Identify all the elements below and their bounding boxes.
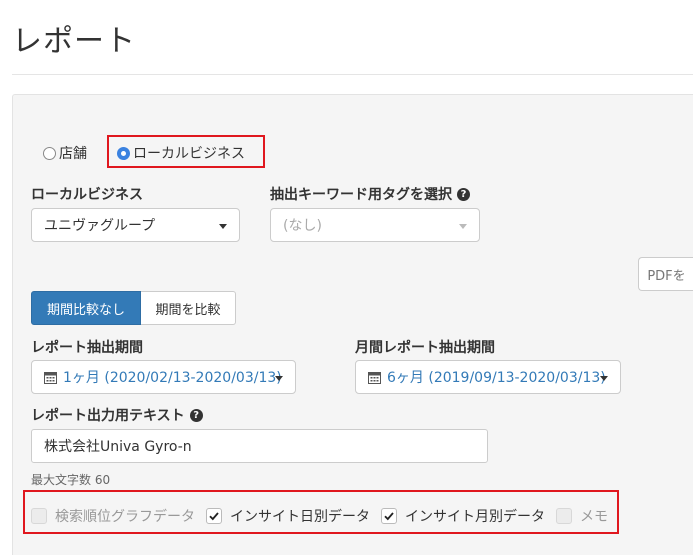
keyword-tag-label: 抽出キーワード用タグを選択 ?: [270, 184, 470, 204]
help-icon[interactable]: ?: [457, 187, 470, 201]
chevron-down-icon: [459, 224, 467, 229]
radio-store-label: 店舗: [59, 146, 87, 162]
monthly-period-label: 月間レポート抽出期間: [355, 337, 495, 357]
compare-button[interactable]: 期間を比較: [141, 291, 236, 325]
local-business-label: ローカルビジネス: [31, 184, 143, 204]
output-text-label-text: レポート出力用テキスト: [31, 408, 185, 424]
checkbox-memo[interactable]: メモ: [556, 506, 608, 526]
report-period-label: レポート抽出期間: [31, 337, 143, 357]
radio-local-business[interactable]: ローカルビジネス: [117, 143, 245, 163]
monthly-period-value: 6ヶ月 (2019/09/13-2020/03/13): [387, 370, 606, 386]
checkbox-insight-daily[interactable]: インサイト日別データ: [206, 506, 370, 526]
checkbox-memo-box[interactable]: [556, 508, 572, 524]
radio-local-business-button[interactable]: [117, 146, 130, 160]
checkbox-insight-monthly-label: インサイト月別データ: [405, 509, 545, 525]
check-icon: [384, 512, 394, 521]
report-period-picker[interactable]: 1ヶ月 (2020/02/13-2020/03/13): [31, 360, 296, 394]
calendar-icon: [368, 371, 381, 384]
monthly-period-picker[interactable]: 6ヶ月 (2019/09/13-2020/03/13): [355, 360, 621, 394]
radio-store[interactable]: 店舗: [43, 143, 87, 163]
checkbox-insight-monthly-box[interactable]: [381, 508, 397, 524]
local-business-label-text: ローカルビジネス: [31, 187, 143, 203]
report-period-label-text: レポート抽出期間: [31, 340, 143, 356]
output-text-value: 株式会社Univa Gyro-n: [44, 439, 192, 455]
page-title: レポート: [12, 24, 136, 59]
max-length-hint: 最大文字数 60: [31, 473, 111, 487]
no-compare-label: 期間比較なし: [46, 302, 125, 318]
checkbox-insight-daily-box[interactable]: [206, 508, 222, 524]
checkbox-rank-graph-box[interactable]: [31, 508, 47, 524]
radio-store-button[interactable]: [43, 146, 56, 160]
local-business-select[interactable]: ユニヴァグループ: [31, 208, 240, 242]
keyword-tag-label-text: 抽出キーワード用タグを選択: [270, 187, 452, 203]
compare-label: 期間を比較: [155, 302, 221, 318]
pdf-button[interactable]: PDFを: [638, 257, 693, 291]
keyword-tag-select[interactable]: (なし): [270, 208, 480, 242]
check-icon: [209, 512, 219, 521]
help-icon[interactable]: ?: [189, 408, 203, 422]
calendar-icon: [44, 371, 57, 384]
local-business-selected-value: ユニヴァグループ: [44, 218, 156, 234]
radio-local-business-label: ローカルビジネス: [133, 146, 245, 162]
checkbox-insight-monthly[interactable]: インサイト月別データ: [381, 506, 545, 526]
output-text-input[interactable]: 株式会社Univa Gyro-n: [31, 429, 488, 463]
chevron-down-icon: [219, 224, 227, 229]
keyword-tag-selected-value: (なし): [283, 218, 322, 234]
no-compare-button[interactable]: 期間比較なし: [31, 291, 141, 325]
output-text-label: レポート出力用テキスト ?: [31, 405, 203, 425]
title-divider: [12, 74, 693, 75]
pdf-button-label: PDFを: [647, 268, 686, 284]
monthly-period-label-text: 月間レポート抽出期間: [355, 340, 495, 356]
chevron-down-icon: [600, 376, 608, 381]
checkbox-rank-graph[interactable]: 検索順位グラフデータ: [31, 506, 195, 526]
report-period-value: 1ヶ月 (2020/02/13-2020/03/13): [63, 370, 282, 386]
chevron-down-icon: [275, 376, 283, 381]
checkbox-insight-daily-label: インサイト日別データ: [230, 509, 370, 525]
checkbox-memo-label: メモ: [580, 509, 608, 525]
checkbox-rank-graph-label: 検索順位グラフデータ: [55, 509, 195, 525]
